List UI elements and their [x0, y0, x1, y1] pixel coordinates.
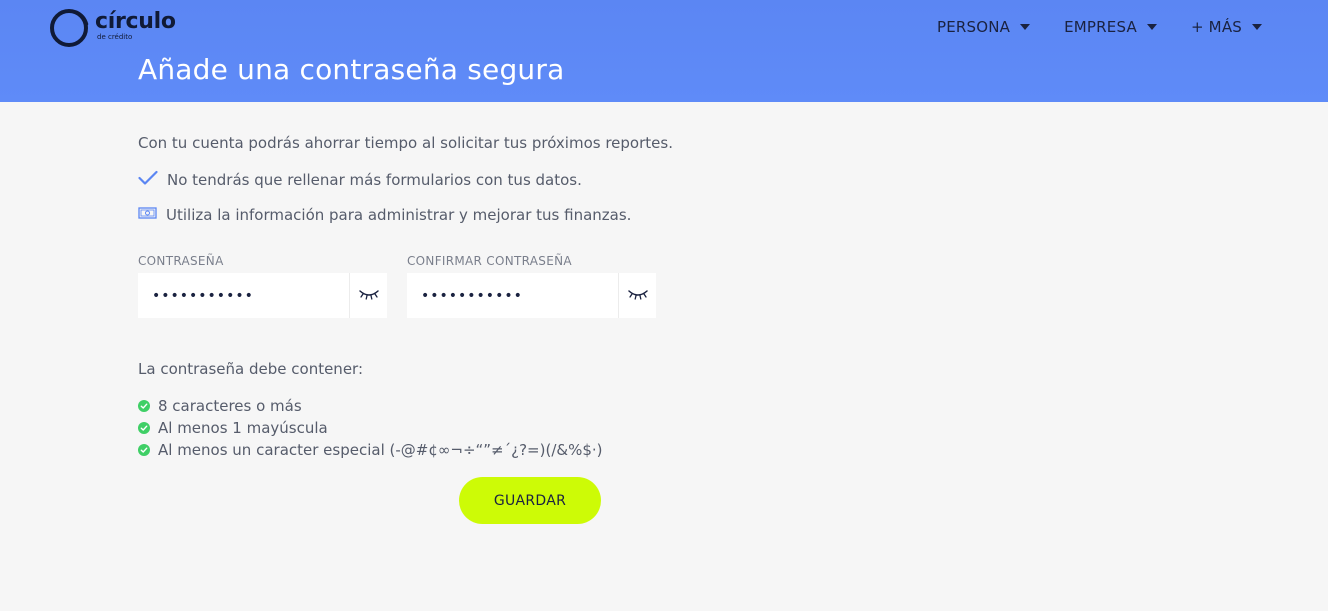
brand-tagline: de crédito	[97, 33, 133, 41]
requirement-text: 8 caracteres o más	[158, 397, 302, 415]
eye-closed-icon	[627, 286, 649, 305]
requirement-item: 8 caracteres o más	[138, 395, 603, 417]
nav-item-label: PERSONA	[936, 18, 1011, 36]
nav-item-label: + MÁS	[1190, 18, 1242, 36]
check-circle-icon	[138, 444, 150, 456]
confirm-password-input[interactable]	[407, 273, 618, 318]
benefit-text: Utiliza la información para administrar …	[166, 206, 632, 224]
circulo-logo-icon	[47, 6, 91, 50]
header-banner: círculo de crédito PERSONA EMPRESA + MÁS…	[0, 0, 1328, 102]
requirement-item: Al menos un caracter especial (-@#¢∞¬÷“”…	[138, 439, 603, 461]
requirement-text: Al menos 1 mayúscula	[158, 419, 328, 437]
benefit-item: Utiliza la información para administrar …	[138, 206, 631, 224]
toggle-password-visibility-button[interactable]	[349, 273, 387, 318]
toggle-confirm-password-visibility-button[interactable]	[618, 273, 656, 318]
eye-closed-icon	[358, 286, 380, 305]
password-label: CONTRASEÑA	[138, 254, 224, 268]
requirement-item: Al menos 1 mayúscula	[138, 417, 603, 439]
confirm-password-label: CONFIRMAR CONTRASEÑA	[407, 254, 572, 268]
caret-down-icon	[1020, 24, 1031, 30]
confirm-password-field-group	[407, 273, 656, 318]
caret-down-icon	[1252, 24, 1262, 30]
check-circle-icon	[138, 422, 150, 434]
page-title: Añade una contraseña segura	[138, 53, 565, 86]
benefit-text: No tendrás que rellenar más formularios …	[167, 171, 582, 189]
password-field-group	[138, 273, 387, 318]
check-circle-icon	[138, 400, 150, 412]
requirements-title: La contraseña debe contener:	[138, 360, 363, 378]
password-input[interactable]	[138, 273, 349, 318]
nav-item-empresa[interactable]: EMPRESA	[1064, 18, 1157, 36]
nav-item-label: EMPRESA	[1064, 18, 1137, 36]
brand-logo[interactable]: círculo de crédito	[47, 6, 207, 50]
intro-text: Con tu cuenta podrás ahorrar tiempo al s…	[138, 134, 673, 152]
money-bill-icon	[138, 206, 157, 224]
top-nav: PERSONA EMPRESA + MÁS	[937, 16, 1262, 38]
caret-down-icon	[1146, 24, 1157, 30]
requirement-text: Al menos un caracter especial (-@#¢∞¬÷“”…	[158, 441, 603, 459]
benefit-item: No tendrás que rellenar más formularios …	[138, 170, 582, 190]
brand-name: círculo	[95, 9, 176, 34]
checkmark-icon	[138, 170, 158, 190]
requirements-list: 8 caracteres o más Al menos 1 mayúscula …	[138, 395, 603, 461]
nav-item-persona[interactable]: PERSONA	[936, 18, 1031, 36]
nav-item-mas[interactable]: + MÁS	[1191, 18, 1262, 36]
save-button[interactable]: GUARDAR	[459, 477, 601, 524]
